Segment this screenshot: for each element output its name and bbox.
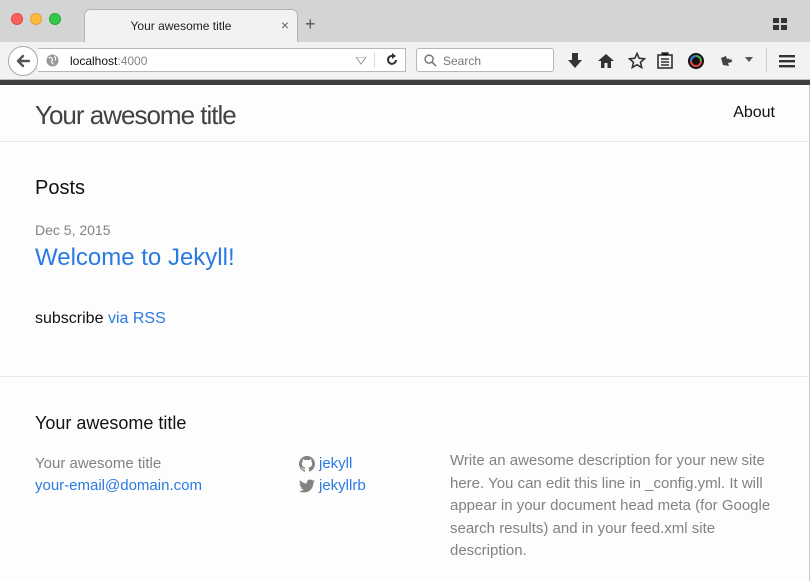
twitter-icon — [299, 479, 315, 493]
footer-contact: Your awesome title your-email@domain.com — [35, 453, 202, 497]
new-tab-button[interactable]: + — [305, 15, 316, 33]
browser-toolbar: localhost:4000 Search — [0, 42, 810, 80]
site-header: Your awesome title About — [0, 85, 810, 142]
url-text[interactable]: localhost:4000 — [70, 54, 147, 68]
site-footer: Your awesome title Your awesome title yo… — [0, 376, 810, 581]
tab-groups-icon[interactable] — [773, 18, 787, 30]
reading-list-icon[interactable] — [656, 52, 674, 70]
footer-description: Write an awesome description for your ne… — [450, 452, 771, 559]
footer-site-name: Your awesome title — [35, 455, 162, 472]
github-item: jekyll — [299, 453, 366, 475]
minimize-window-button[interactable] — [30, 13, 42, 25]
hamburger-menu-icon[interactable] — [778, 52, 796, 70]
zoom-window-button[interactable] — [49, 13, 61, 25]
url-bar[interactable]: localhost:4000 — [38, 48, 406, 72]
github-icon — [299, 456, 315, 472]
tab-title: Your awesome title — [130, 19, 232, 33]
search-placeholder: Search — [443, 54, 482, 68]
rss-link[interactable]: via RSS — [108, 310, 166, 327]
subscribe-line: subscribe via RSS — [35, 310, 166, 328]
footer-heading: Your awesome title — [35, 413, 187, 433]
twitter-link[interactable]: jekyllrb — [319, 475, 366, 497]
chevron-down-icon[interactable] — [744, 56, 754, 64]
tab-close-icon[interactable]: × — [281, 17, 289, 33]
color-extension-icon[interactable] — [687, 52, 705, 70]
footer-social: jekyll jekyllrb — [299, 453, 366, 497]
close-window-button[interactable] — [11, 13, 23, 25]
footer-email-link[interactable]: your-email@domain.com — [35, 475, 202, 497]
reload-icon[interactable] — [385, 53, 399, 67]
back-button[interactable] — [8, 46, 38, 76]
nav-about-link[interactable]: About — [733, 104, 775, 122]
download-icon[interactable] — [566, 52, 584, 70]
browser-tab[interactable]: Your awesome title × — [84, 9, 298, 42]
browser-titlebar: Your awesome title × + — [0, 0, 810, 42]
arrow-left-icon — [16, 54, 31, 68]
search-icon — [424, 54, 437, 67]
puzzle-extension-icon[interactable] — [718, 52, 736, 70]
home-icon[interactable] — [597, 52, 615, 70]
globe-icon — [46, 54, 59, 67]
post-title-link[interactable]: Welcome to Jekyll! — [35, 244, 235, 272]
posts-heading: Posts — [35, 177, 86, 199]
github-link[interactable]: jekyll — [319, 453, 352, 475]
search-bar[interactable]: Search — [416, 48, 554, 72]
bookmark-star-icon[interactable] — [628, 52, 646, 70]
site-title-link[interactable]: Your awesome title — [35, 100, 237, 131]
subscribe-text: subscribe — [35, 310, 104, 327]
post-date: Dec 5, 2015 — [35, 222, 111, 238]
twitter-item: jekyllrb — [299, 475, 366, 497]
dropdown-history-icon[interactable] — [356, 57, 366, 65]
